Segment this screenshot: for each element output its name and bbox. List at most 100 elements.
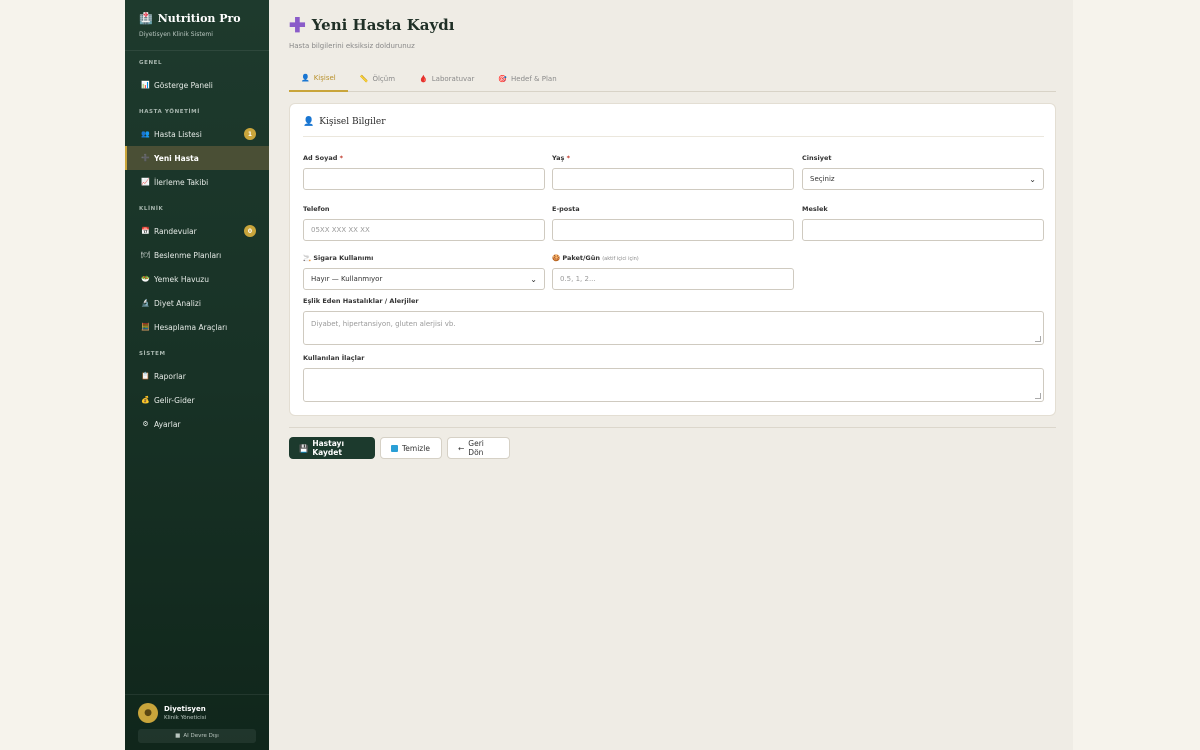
field-smoking: 🚬 Sigara Kullanımı Hayır — Kullanmıyor ⌄ xyxy=(303,254,545,290)
personal-info-card: 👤 Kişisel Bilgiler Ad Soyad * Yaş * Cins… xyxy=(289,103,1056,416)
tab-label: Ölçüm xyxy=(372,75,396,83)
sidebar-item-label: Ayarlar xyxy=(154,419,181,429)
ruler-icon: 📏 xyxy=(359,75,369,83)
brand-title: Nutrition Pro xyxy=(157,12,241,25)
page-title: Yeni Hasta Kaydı xyxy=(311,16,455,34)
sidebar-item-label: Raporlar xyxy=(154,371,186,381)
page-subtitle: Hasta bilgilerini eksiksiz doldurunuz xyxy=(289,42,415,50)
users-icon: 👥 xyxy=(141,130,150,138)
sidebar-item-finance[interactable]: 💰 Gelir-Gider xyxy=(125,388,269,412)
user-icon: 👤 xyxy=(303,117,315,127)
sidebar-item-label: Gösterge Paneli xyxy=(154,80,213,90)
plus-icon: ✚ xyxy=(289,13,306,37)
clipboard-icon: 📋 xyxy=(141,372,150,380)
sidebar-item-label: Gelir-Gider xyxy=(154,395,195,405)
field-gender: Cinsiyet Seçiniz ⌄ xyxy=(802,154,1044,190)
tab-label: Laboratuvar xyxy=(431,75,475,83)
card-title: Kişisel Bilgiler xyxy=(319,117,386,127)
field-conditions: Eşlik Eden Hastalıklar / Alerjiler Diyab… xyxy=(303,297,1044,345)
tab-measurement[interactable]: 📏 Ölçüm xyxy=(348,66,407,92)
tab-laboratory[interactable]: 🩸 Laboratuvar xyxy=(407,66,486,92)
age-input[interactable] xyxy=(552,168,794,190)
salad-icon: 🥗 xyxy=(141,275,150,283)
sidebar: 🏥 Nutrition Pro Diyetisyen Klinik Sistem… xyxy=(125,0,269,750)
brand-subtitle: Diyetisyen Klinik Sistemi xyxy=(139,31,213,38)
field-packs: 🍪 Paket/Gün (aktif içici için) 0.5, 1, 2… xyxy=(552,254,794,290)
sidebar-item-diet-analysis[interactable]: 🔬 Diyet Analizi xyxy=(125,291,269,315)
user-icon: ● xyxy=(144,708,152,718)
chart-icon: 📊 xyxy=(141,81,150,89)
trend-icon: 📈 xyxy=(141,178,150,186)
smoking-select[interactable]: Hayır — Kullanmıyor ⌄ xyxy=(303,268,545,290)
square-icon: ■ xyxy=(175,733,181,739)
ai-toggle-button[interactable]: ■ AI Devre Dışı xyxy=(138,729,256,743)
name-input[interactable] xyxy=(303,168,545,190)
field-occupation: Meslek xyxy=(802,205,1044,241)
money-bag-icon: 💰 xyxy=(141,396,150,404)
sidebar-item-reports[interactable]: 📋 Raporlar xyxy=(125,364,269,388)
user-icon: 👤 xyxy=(301,74,310,82)
chevron-down-icon: ⌄ xyxy=(530,274,537,284)
count-badge: 0 xyxy=(244,225,256,237)
avatar: ● xyxy=(138,703,158,723)
page-header: ✚ Yeni Hasta Kaydı Hasta bilgilerini eks… xyxy=(289,13,455,50)
medications-textarea[interactable] xyxy=(303,368,1044,402)
microscope-icon: 🔬 xyxy=(141,299,150,307)
cookie-icon: 🍪 xyxy=(552,254,561,262)
target-icon: 🎯 xyxy=(498,75,508,83)
sidebar-item-label: Hasta Listesi xyxy=(154,129,202,139)
user-name: Diyetisyen xyxy=(164,705,206,713)
sidebar-item-settings[interactable]: ⚙ Ayarlar xyxy=(125,412,269,436)
floppy-disk-icon: 💾 xyxy=(299,443,309,453)
back-button[interactable]: ← Geri Dön xyxy=(447,437,510,459)
field-medications: Kullanılan İlaçlar xyxy=(303,354,1044,402)
field-name: Ad Soyad * xyxy=(303,154,545,190)
sidebar-item-calculators[interactable]: 🧮 Hesaplama Araçları xyxy=(125,315,269,339)
sidebar-item-appointments[interactable]: 📅 Randevular 0 xyxy=(125,219,269,243)
email-input[interactable] xyxy=(552,219,794,241)
sidebar-item-progress[interactable]: 📈 İlerleme Takibi xyxy=(125,170,269,194)
ai-toggle-label: AI Devre Dışı xyxy=(183,733,219,739)
sidebar-item-label: Beslenme Planları xyxy=(154,250,222,260)
user-panel: ● Diyetisyen Klinik Yöneticisi ■ AI Devr… xyxy=(125,694,269,750)
clear-icon xyxy=(391,444,398,452)
sidebar-item-dashboard[interactable]: 📊 Gösterge Paneli xyxy=(125,73,269,97)
sidebar-item-label: Randevular xyxy=(154,226,197,236)
sidebar-item-label: Yemek Havuzu xyxy=(154,274,209,284)
arrow-left-icon: ← xyxy=(458,443,465,453)
save-patient-button[interactable]: 💾 Hastayı Kaydet xyxy=(289,437,375,459)
calculator-icon: 🧮 xyxy=(141,323,150,331)
packs-input[interactable]: 0.5, 1, 2... xyxy=(552,268,794,290)
tab-label: Kişisel xyxy=(313,74,336,82)
tab-label: Hedef & Plan xyxy=(511,75,557,83)
chevron-down-icon: ⌄ xyxy=(1029,174,1036,184)
page-margin-right xyxy=(1073,0,1200,750)
occupation-input[interactable] xyxy=(802,219,1044,241)
page-margin-left xyxy=(0,0,125,750)
conditions-textarea[interactable]: Diyabet, hipertansiyon, gluten alerjisi … xyxy=(303,311,1044,345)
sidebar-item-new-patient[interactable]: ➕ Yeni Hasta xyxy=(125,146,269,170)
sidebar-item-nutrition-plans[interactable]: 🍽 Beslenme Planları xyxy=(125,243,269,267)
field-phone: Telefon 05XX XXX XX XX xyxy=(303,205,545,241)
plus-icon: ➕ xyxy=(141,154,150,162)
clear-button[interactable]: Temizle xyxy=(380,437,442,459)
phone-input[interactable]: 05XX XXX XX XX xyxy=(303,219,545,241)
sidebar-item-label: Hesaplama Araçları xyxy=(154,322,228,332)
tab-personal[interactable]: 👤 Kişisel xyxy=(289,66,348,92)
brand: 🏥 Nutrition Pro Diyetisyen Klinik Sistem… xyxy=(125,0,269,51)
main-content: ✚ Yeni Hasta Kaydı Hasta bilgilerini eks… xyxy=(269,0,1073,750)
gear-icon: ⚙ xyxy=(142,420,149,428)
gender-select[interactable]: Seçiniz ⌄ xyxy=(802,168,1044,190)
user-role: Klinik Yöneticisi xyxy=(164,715,207,721)
field-age: Yaş * xyxy=(552,154,794,190)
sidebar-item-label: İlerleme Takibi xyxy=(154,177,209,187)
form-tabs: 👤 Kişisel 📏 Ölçüm 🩸 Laboratuvar 🎯 Hedef … xyxy=(289,66,1056,92)
sidebar-item-food-pool[interactable]: 🥗 Yemek Havuzu xyxy=(125,267,269,291)
count-badge: 1 xyxy=(244,128,256,140)
sidebar-item-patient-list[interactable]: 👥 Hasta Listesi 1 xyxy=(125,122,269,146)
blood-drop-icon: 🩸 xyxy=(419,75,428,83)
cigarette-icon: 🚬 xyxy=(303,254,312,262)
sidebar-item-label: Diyet Analizi xyxy=(154,298,201,308)
tab-goal-plan[interactable]: 🎯 Hedef & Plan xyxy=(486,66,568,92)
plate-icon: 🍽 xyxy=(141,251,150,259)
